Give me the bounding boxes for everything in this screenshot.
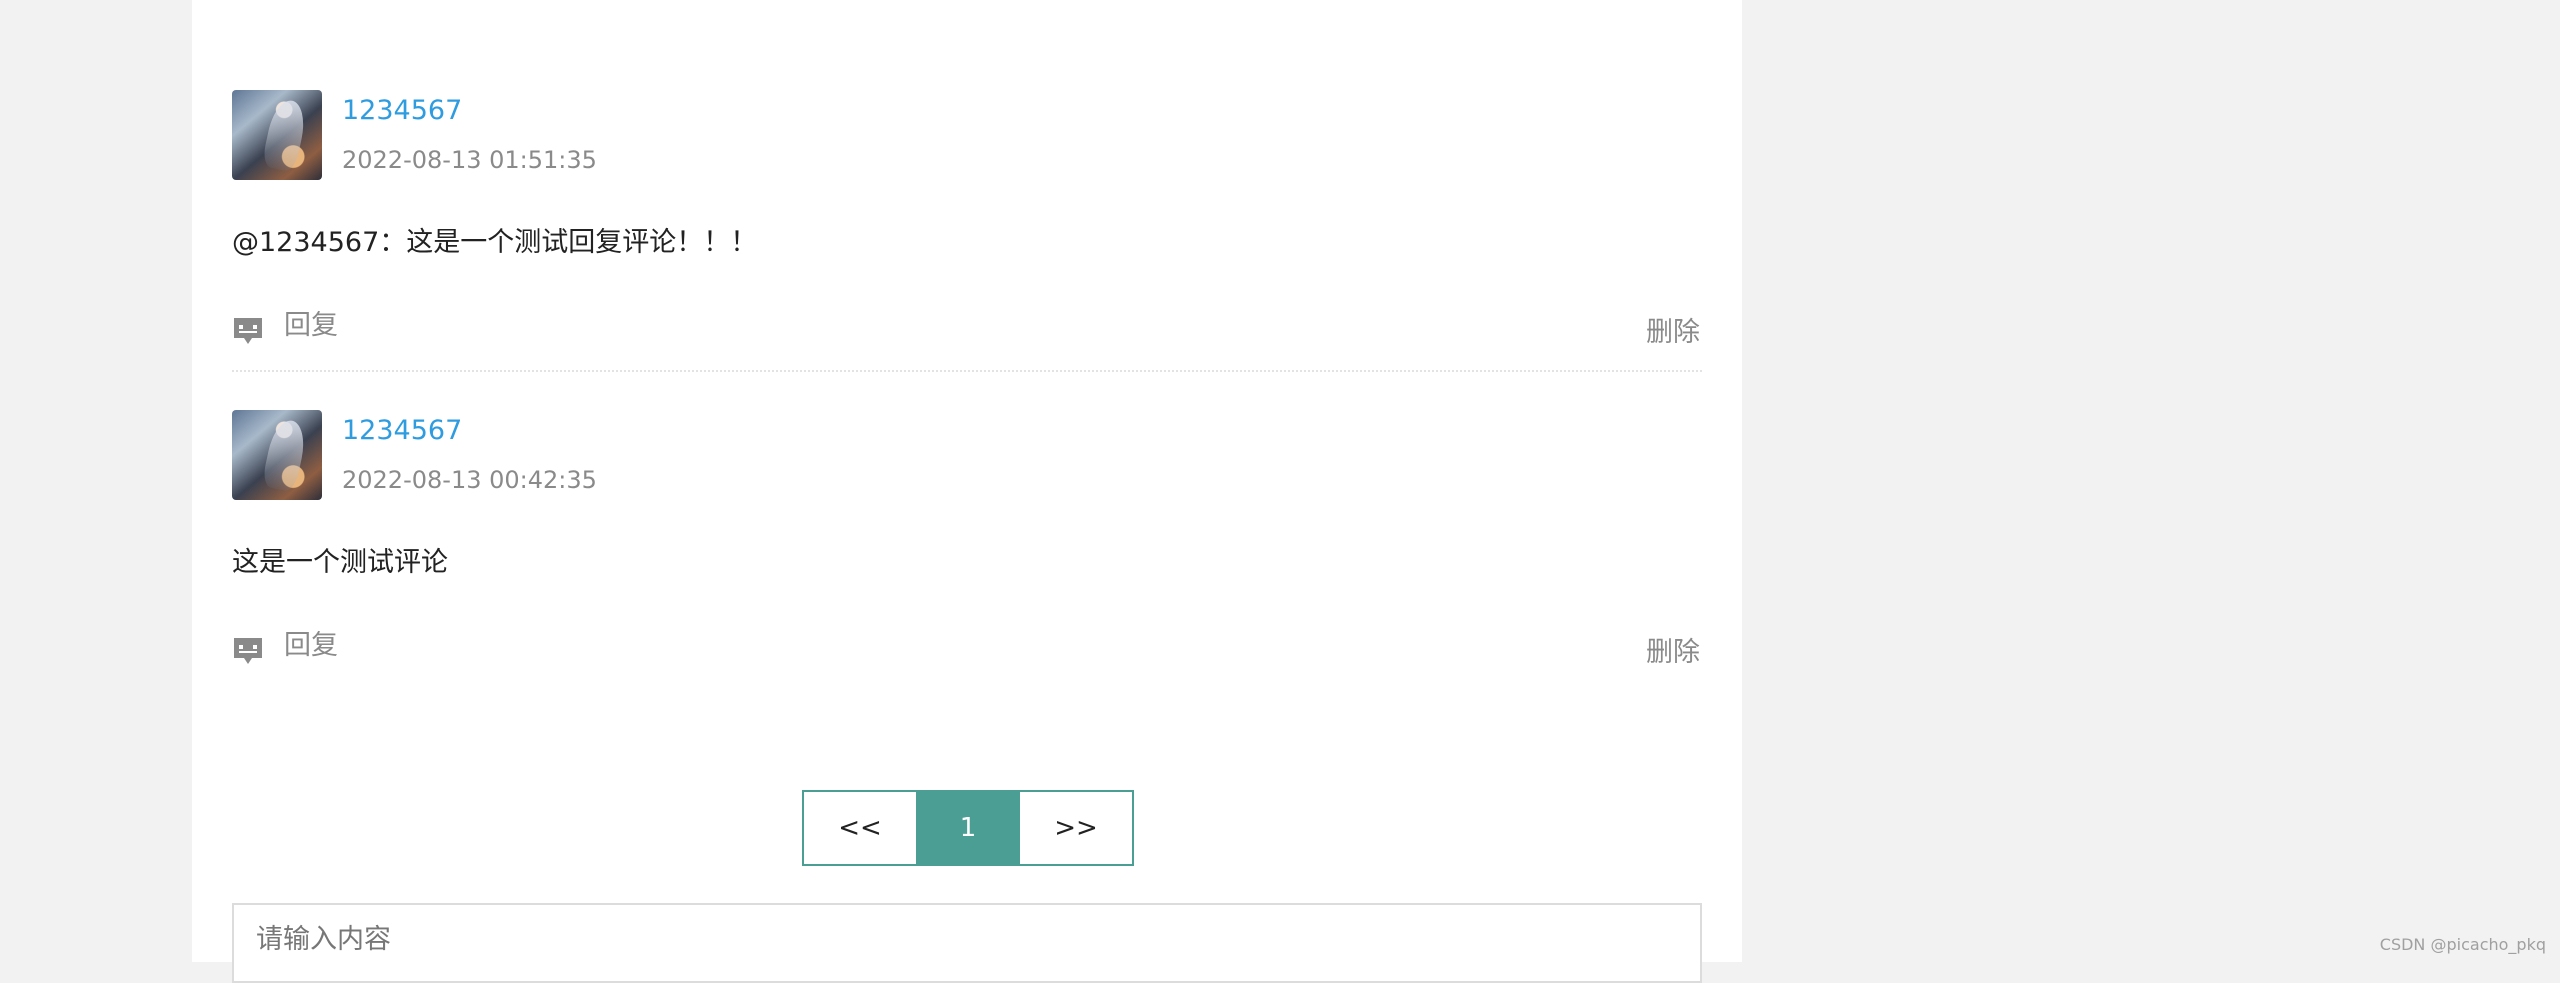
delete-button[interactable]: 删除 xyxy=(1646,315,1700,351)
comment-content: @1234567：这是一个测试回复评论！！！ xyxy=(232,227,758,258)
comment-panel: 1234567 2022-08-13 01:51:35 @1234567：这是一… xyxy=(192,0,1742,983)
current-page-button[interactable]: 1 xyxy=(917,792,1020,864)
pagination: << 1 >> xyxy=(802,790,1134,866)
comment-username[interactable]: 1234567 xyxy=(342,94,462,128)
reply-icon[interactable] xyxy=(232,316,264,346)
prev-page-button[interactable]: << xyxy=(804,792,917,864)
next-page-button[interactable]: >> xyxy=(1020,792,1132,864)
reply-button[interactable]: 回复 xyxy=(284,628,338,664)
avatar[interactable] xyxy=(232,90,322,180)
avatar[interactable] xyxy=(232,410,322,500)
comment-item: 1234567 2022-08-13 00:42:35 这是一个测试评论 回复 … xyxy=(232,410,1702,680)
reply-button[interactable]: 回复 xyxy=(284,308,338,344)
comment-timestamp: 2022-08-13 01:51:35 xyxy=(342,146,597,174)
comment-item: 1234567 2022-08-13 01:51:35 @1234567：这是一… xyxy=(232,90,1702,372)
clipped-heading xyxy=(1157,0,1237,4)
comment-username[interactable]: 1234567 xyxy=(342,414,462,448)
comment-input[interactable] xyxy=(232,903,1702,983)
watermark: CSDN @picacho_pkq xyxy=(2379,935,2546,954)
reply-icon[interactable] xyxy=(232,636,264,666)
comment-content: 这是一个测试评论 xyxy=(232,547,448,578)
delete-button[interactable]: 删除 xyxy=(1646,635,1700,671)
comment-timestamp: 2022-08-13 00:42:35 xyxy=(342,466,597,494)
